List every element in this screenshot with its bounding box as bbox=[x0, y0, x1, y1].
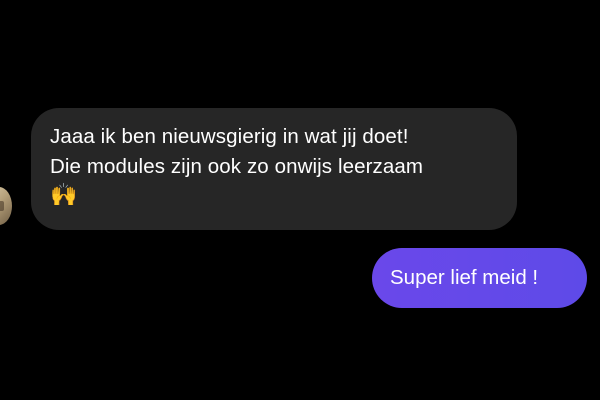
outgoing-message-text: Super lief meid ! bbox=[390, 266, 539, 289]
sender-avatar[interactable] bbox=[0, 187, 12, 225]
incoming-message-line-2: Die modules zijn ook zo onwijs leerzaam bbox=[50, 155, 424, 178]
raising-hands-icon: 🙌 bbox=[50, 183, 78, 208]
chat-thread: Jaaa ik ben nieuwsgierig in wat jij doet… bbox=[0, 0, 600, 400]
incoming-message-line-1: Jaaa ik ben nieuwsgierig in wat jij doet… bbox=[50, 125, 409, 148]
incoming-message-bubble[interactable]: Jaaa ik ben nieuwsgierig in wat jij doet… bbox=[31, 108, 517, 230]
outgoing-message-bubble[interactable]: Super lief meid ! bbox=[372, 248, 587, 308]
